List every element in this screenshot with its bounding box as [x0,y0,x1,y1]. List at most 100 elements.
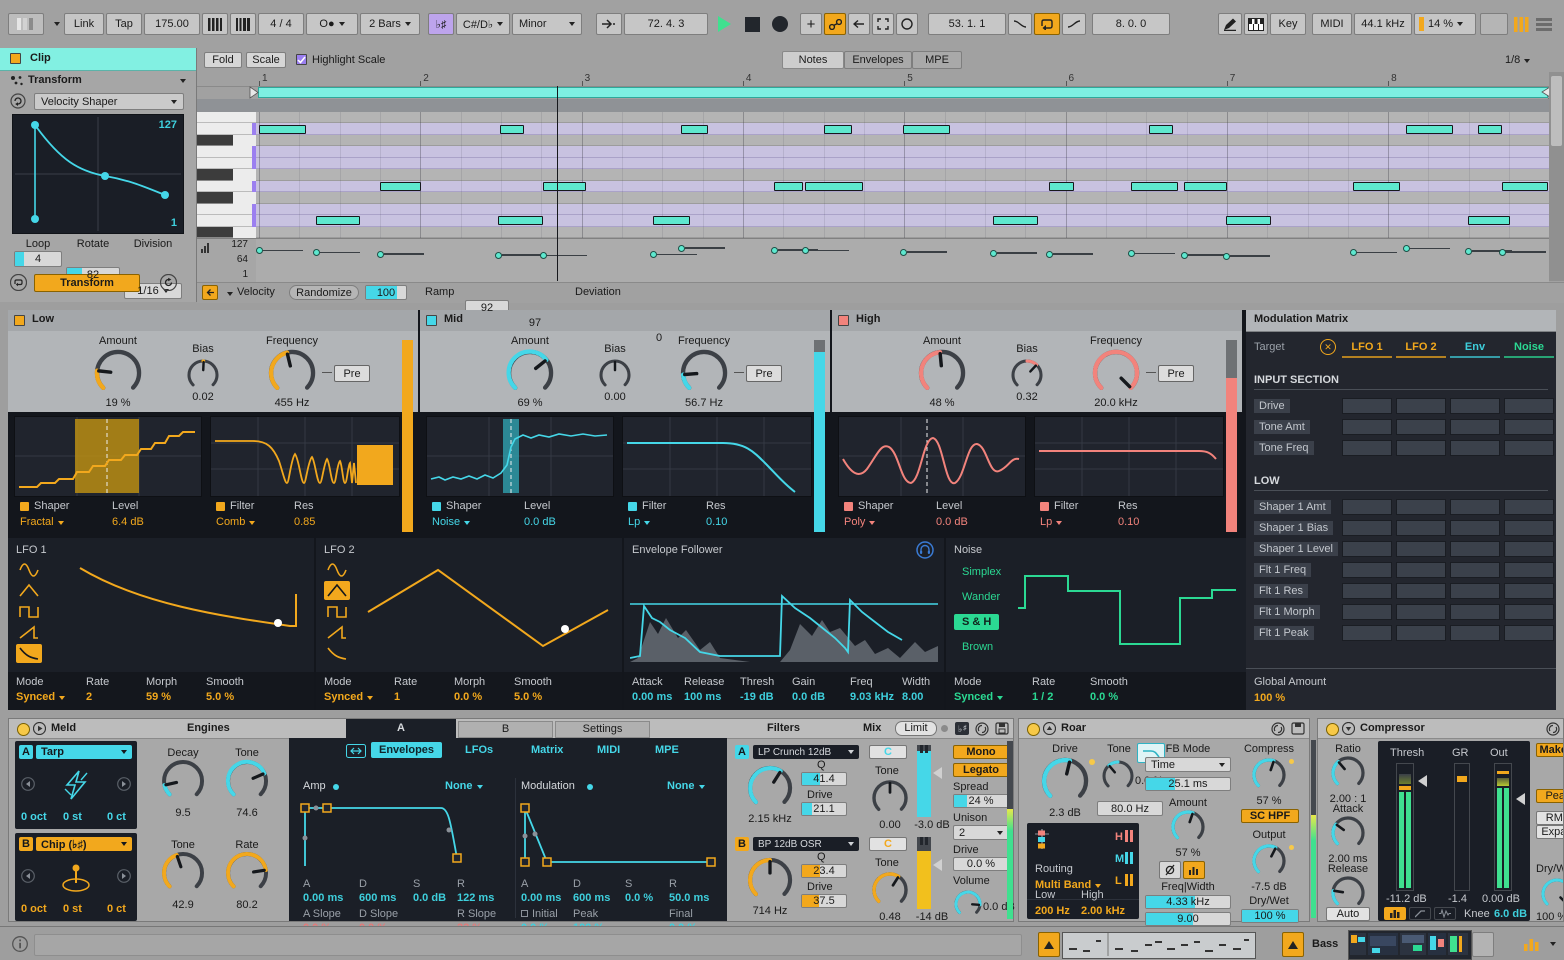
level-value[interactable]: 0.0 dB [524,516,556,528]
matrix-cell[interactable] [1450,625,1500,641]
attack-knob[interactable] [1330,815,1366,851]
note-grid[interactable] [256,112,1549,238]
velocity-stem[interactable] [1046,251,1053,258]
session-view-icon[interactable] [1512,13,1530,35]
shaper-display[interactable] [14,416,202,497]
velocity-stem[interactable] [1181,252,1188,259]
smooth-value[interactable]: 5.0 % [206,691,234,703]
rate-value[interactable]: 1 [394,691,400,703]
global-amount-value[interactable]: 100 % [1254,692,1285,704]
velocity-stem[interactable] [650,251,657,258]
width-value[interactable]: 8.00 [902,691,923,703]
filter-b-type-selector[interactable]: BP 12dB OSR [753,837,859,851]
midi-note[interactable] [1478,125,1502,134]
velocity-stem[interactable] [900,249,907,256]
loop-length-field[interactable]: 8. 0. 0 [1092,13,1170,35]
matrix-cell[interactable] [1342,562,1392,578]
velocity-stem[interactable] [313,249,320,256]
env-link-icon[interactable] [346,744,366,758]
sine-wave-icon[interactable] [16,560,42,579]
engine-b-next-icon[interactable] [117,869,131,883]
morph-value[interactable]: 59 % [146,691,171,703]
matrix-cell[interactable] [1342,419,1392,435]
grid-size-selector[interactable]: 1/8 [1505,54,1530,66]
matrix-col-lfo2[interactable]: LFO 2 [1396,341,1446,353]
hot-swap-icon[interactable] [1546,722,1560,735]
filter-b-drive-field[interactable]: 37.5 [801,894,847,908]
meld-subtab-lfos[interactable]: LFOs [457,742,501,758]
fb-spectrum-button[interactable] [1183,861,1205,879]
midi-note[interactable] [1353,182,1400,191]
lfo-display[interactable] [358,554,612,666]
engine-a-st[interactable]: 0 st [63,811,82,823]
matrix-cell[interactable] [1450,583,1500,599]
velocity-lane[interactable] [256,238,1549,282]
rampup-wave-icon[interactable] [324,623,350,642]
hot-swap-icon[interactable] [975,722,989,735]
midi-note[interactable] [1049,182,1074,191]
tool-cycle-icon[interactable] [10,93,26,109]
amp-adsr-value[interactable]: 0.0 dB [413,892,446,904]
amp-env-display[interactable] [299,796,505,872]
meld-tab-b[interactable]: B [458,721,553,738]
matrix-cell[interactable] [1504,625,1554,641]
device-on-led[interactable] [1326,723,1339,736]
matrix-cell[interactable] [1342,541,1392,557]
filter-on-checkbox[interactable] [628,502,637,511]
black-key[interactable] [197,169,233,180]
activity-view-button[interactable] [1434,907,1456,920]
groove-selector[interactable]: O● [306,13,358,35]
record-button[interactable] [768,13,792,35]
sidechain-headphone-icon[interactable] [916,541,934,559]
lane-collapse-button[interactable] [202,285,218,300]
filter-b-q-field[interactable]: 23.4 [801,864,847,878]
matrix-cell[interactable] [1396,440,1446,456]
rms-button[interactable]: RMS [1536,811,1564,825]
ratio-knob[interactable] [1330,755,1366,791]
amount-knob[interactable] [94,349,142,397]
mod-env-target-selector[interactable]: None [667,780,705,792]
meld-tab-a[interactable]: A [346,719,456,738]
midi-note[interactable] [1406,125,1453,134]
shaper-type-selector[interactable]: Noise [432,516,470,528]
save-preset-icon[interactable] [995,722,1009,735]
stop-button[interactable] [740,13,764,35]
filter-type-selector[interactable]: Comb [216,516,255,528]
matrix-row-label[interactable]: Flt 1 Res [1254,584,1308,598]
insert-marker-button[interactable]: + [800,13,822,35]
morph-value[interactable]: 0.0 % [454,691,482,703]
engine-b-ct[interactable]: 0 ct [107,903,126,915]
midi-note[interactable] [653,216,690,225]
engine-a-oct[interactable]: 0 oct [21,811,47,823]
noise-mode-brown[interactable]: Brown [954,639,1001,655]
frequency-knob[interactable] [268,349,316,397]
velocity-stem[interactable] [1499,249,1506,256]
mod-adsr-value[interactable]: 50.0 ms [669,892,709,904]
punch-out-icon[interactable] [1062,13,1086,35]
clip-overview-toggle[interactable] [1038,932,1060,957]
midi-note[interactable] [1184,182,1227,191]
level-value[interactable]: 6.4 dB [112,516,144,528]
matrix-cell[interactable] [1504,440,1554,456]
rate-knob[interactable] [225,851,269,895]
shaper-on-checkbox[interactable] [20,502,29,511]
engine-a-oscillator-selector[interactable]: Tarp [36,745,132,759]
velocity-stem[interactable] [1128,250,1135,257]
band-activator-checkbox[interactable] [838,315,849,326]
fb-time-field[interactable]: 25.1 ms [1145,777,1231,791]
matrix-row-label[interactable]: Shaper 1 Amt [1254,500,1331,514]
matrix-col-noise[interactable]: Noise [1504,341,1554,353]
midi-note[interactable] [1149,125,1173,134]
amount-knob[interactable] [506,349,554,397]
matrix-cell[interactable] [1342,520,1392,536]
clear-target-button[interactable]: ✕ [1320,339,1336,355]
rampdown-wave-icon[interactable] [16,644,42,663]
res-value[interactable]: 0.10 [1118,516,1139,528]
expand-button[interactable]: Expand [1536,825,1564,839]
sine-wave-icon[interactable] [324,560,350,579]
engine-a-next-icon[interactable] [117,777,131,791]
collapsed-view-button[interactable] [1384,907,1406,920]
transfer-curve-view-button[interactable] [1409,907,1431,920]
meld-subtab-midi[interactable]: MIDI [589,742,628,758]
matrix-cell[interactable] [1342,583,1392,599]
